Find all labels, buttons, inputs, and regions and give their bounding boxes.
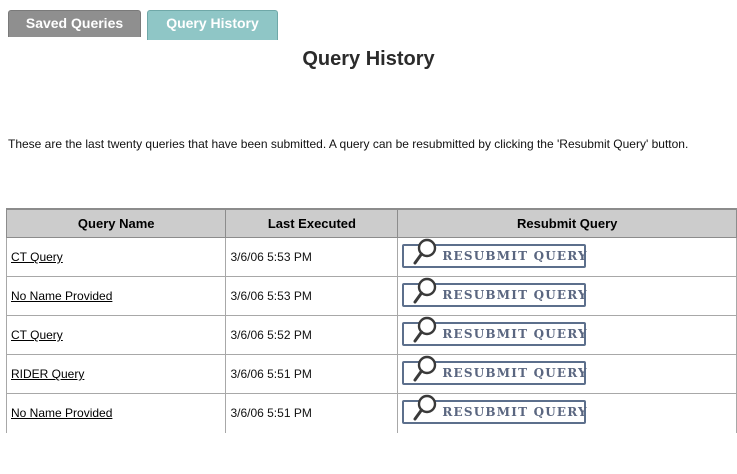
resubmit-button-label: RESUBMIT QUERY	[442, 404, 588, 419]
query-name-link[interactable]: CT Query	[11, 328, 63, 342]
column-header-resubmit-query: Resubmit Query	[397, 208, 737, 238]
query-name-link[interactable]: No Name Provided	[11, 289, 112, 303]
table-header-row: Query Name Last Executed Resubmit Query	[5, 208, 737, 238]
resubmit-cell: RESUBMIT QUERY	[397, 276, 737, 316]
magnifier-icon	[413, 277, 437, 303]
resubmit-button-label: RESUBMIT QUERY	[442, 287, 588, 302]
resubmit-button-label: RESUBMIT QUERY	[442, 365, 588, 380]
resubmit-cell: RESUBMIT QUERY	[397, 393, 737, 433]
last-executed-value: 3/6/06 5:51 PM	[230, 406, 312, 421]
tab-query-history[interactable]: Query History	[147, 10, 278, 40]
resubmit-query-button[interactable]: RESUBMIT QUERY	[402, 238, 588, 268]
resubmit-cell: RESUBMIT QUERY	[397, 354, 737, 394]
resubmit-button-label: RESUBMIT QUERY	[442, 248, 588, 263]
table-row: No Name Provided 3/6/06 5:53 PM RESUBMIT…	[5, 276, 737, 316]
query-name-cell: No Name Provided	[5, 276, 227, 316]
intro-text: These are the last twenty queries that h…	[8, 137, 689, 151]
resubmit-query-button[interactable]: RESUBMIT QUERY	[402, 394, 588, 424]
table-row: No Name Provided 3/6/06 5:51 PM RESUBMIT…	[5, 393, 737, 433]
resubmit-button-label: RESUBMIT QUERY	[442, 326, 588, 341]
magnifier-icon	[413, 316, 437, 342]
last-executed-cell: 3/6/06 5:53 PM	[225, 276, 399, 316]
last-executed-value: 3/6/06 5:53 PM	[230, 250, 312, 264]
last-executed-value: 3/6/06 5:51 PM	[230, 367, 312, 381]
query-name-cell: CT Query	[5, 315, 227, 355]
column-header-query-name: Query Name	[5, 208, 227, 238]
resubmit-cell: RESUBMIT QUERY	[397, 237, 737, 277]
table-row: RIDER Query 3/6/06 5:51 PM RESUBMIT QUER…	[5, 354, 737, 394]
resubmit-query-button[interactable]: RESUBMIT QUERY	[402, 355, 588, 385]
resubmit-query-button[interactable]: RESUBMIT QUERY	[402, 316, 588, 346]
query-name-link[interactable]: No Name Provided	[11, 406, 112, 420]
query-history-table: Query Name Last Executed Resubmit Query …	[5, 208, 737, 433]
table-row: CT Query 3/6/06 5:52 PM RESUBMIT QUERY	[5, 315, 737, 355]
last-executed-cell: 3/6/06 5:53 PM	[225, 237, 399, 277]
page-title: Query History	[302, 48, 435, 70]
query-name-link[interactable]: RIDER Query	[11, 367, 84, 381]
last-executed-cell: 3/6/06 5:52 PM	[225, 315, 399, 355]
table-row: CT Query 3/6/06 5:53 PM RESUBMIT QUERY	[5, 237, 737, 277]
resubmit-cell: RESUBMIT QUERY	[397, 315, 737, 355]
magnifier-icon	[413, 394, 437, 421]
last-executed-cell: 3/6/06 5:51 PM	[225, 354, 399, 394]
query-name-cell: RIDER Query	[5, 354, 227, 394]
last-executed-value: 3/6/06 5:53 PM	[230, 289, 312, 303]
tab-saved-queries[interactable]: Saved Queries	[8, 10, 141, 37]
column-header-last-executed: Last Executed	[225, 208, 399, 238]
last-executed-value: 3/6/06 5:52 PM	[230, 328, 312, 342]
magnifier-icon	[413, 238, 437, 264]
tab-bar: Saved Queries Query History	[8, 10, 278, 40]
query-name-cell: CT Query	[5, 237, 227, 277]
query-name-link[interactable]: CT Query	[11, 250, 63, 264]
query-name-cell: No Name Provided	[5, 393, 227, 433]
last-executed-cell: 3/6/06 5:51 PM	[225, 393, 399, 433]
magnifier-icon	[413, 355, 437, 381]
resubmit-query-button[interactable]: RESUBMIT QUERY	[402, 277, 588, 307]
